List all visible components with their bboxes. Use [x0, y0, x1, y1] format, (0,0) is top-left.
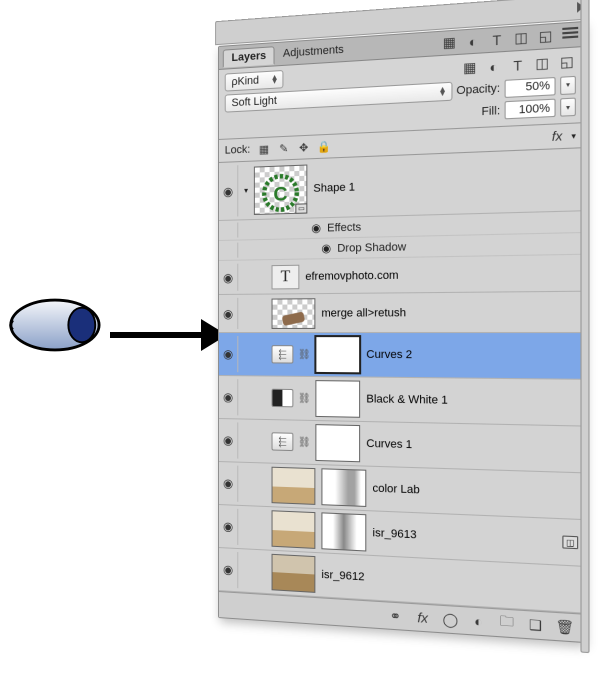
layer-name[interactable]: Curves 1 [366, 438, 412, 452]
visibility-blank[interactable] [219, 243, 238, 258]
new-layer-icon[interactable]: ❏ [527, 616, 545, 634]
layer-name[interactable]: merge all>retush [321, 306, 406, 319]
mask-thumb[interactable] [321, 468, 366, 507]
visibility-eye-icon[interactable]: ◉ [219, 422, 238, 459]
layer-thumb[interactable] [272, 467, 316, 505]
mask-thumb[interactable] [315, 336, 360, 373]
link-layers-icon[interactable]: ⚭ [387, 607, 404, 625]
filter-smart2-icon[interactable]: ◱ [558, 53, 576, 71]
layer-row[interactable]: ◉ merge all>retush [219, 292, 583, 333]
layer-thumb[interactable] [272, 298, 316, 329]
filter-adjust-icon[interactable]: ◐ [465, 33, 480, 49]
link-icon[interactable]: ⛓ [299, 433, 309, 452]
eye-arrow-illustration [5, 280, 225, 400]
visibility-eye-icon[interactable]: ◉ [219, 551, 238, 588]
opacity-dropdown-icon[interactable]: ▾ [560, 75, 576, 94]
layer-name[interactable]: efremovphoto.com [305, 269, 398, 283]
layer-name[interactable]: isr_9612 [321, 569, 364, 584]
blend-mode-value: Soft Light [232, 95, 277, 110]
visibility-eye-icon[interactable]: ◉ [311, 221, 321, 235]
lock-all-icon[interactable]: 🔒 [316, 138, 332, 155]
fill-label: Fill: [482, 104, 501, 118]
fill-dropdown-icon[interactable]: ▾ [560, 98, 576, 117]
vector-badge-icon: ▭ [295, 203, 307, 214]
filter-type2-icon[interactable]: T [509, 56, 527, 74]
kind-label: Kind [238, 74, 259, 87]
effects-label: Effects [327, 221, 361, 234]
layer-name[interactable]: Black & White 1 [366, 393, 448, 407]
filter-smart-icon[interactable]: ◱ [538, 28, 554, 44]
add-mask-icon[interactable]: ◯ [442, 611, 459, 629]
layers-panel: Layers Adjustments ▦ ◐ T ◫ ◱ ρ Kind ▲▼ ▦ [218, 21, 584, 643]
arrow-line [110, 332, 205, 338]
delete-layer-icon[interactable]: 🗑 [556, 618, 574, 636]
bw-adjust-icon [272, 389, 294, 408]
lock-pixels-icon[interactable]: ✎ [276, 140, 292, 157]
visibility-blank[interactable] [219, 222, 238, 238]
visibility-eye-icon[interactable]: ◉ [219, 264, 238, 291]
eye-icon [5, 290, 101, 360]
mask-thumb[interactable] [315, 380, 360, 418]
fill-input[interactable]: 100% [505, 99, 556, 120]
layer-thumb[interactable] [272, 510, 316, 549]
mask-thumb[interactable] [315, 424, 360, 462]
panel-menu-icon[interactable] [562, 27, 578, 43]
layer-list: ◉ ▾ C ▭ Shape 1 ◉ Effects [219, 148, 583, 613]
filter-shape2-icon[interactable]: ◫ [533, 55, 551, 73]
visibility-eye-icon[interactable]: ◉ [219, 508, 238, 545]
visibility-eye-icon[interactable]: ◉ [219, 379, 238, 415]
link-icon[interactable]: ⛓ [299, 389, 309, 408]
tab-layers[interactable]: Layers [223, 46, 275, 68]
visibility-eye-icon[interactable]: ◉ [219, 165, 238, 217]
layer-name[interactable]: color Lab [372, 482, 419, 496]
new-fill-adjust-icon[interactable]: ◐ [470, 612, 487, 630]
layer-thumb[interactable]: C ▭ [254, 164, 307, 215]
curves-adjust-icon: ⬱ [272, 345, 294, 363]
svg-text:C: C [273, 182, 287, 205]
layer-row[interactable]: ◉ T efremovphoto.com [219, 255, 583, 295]
visibility-eye-icon[interactable]: ◉ [321, 242, 331, 256]
opacity-label: Opacity: [456, 82, 500, 97]
layer-row[interactable]: ◉ ⛓ Black & White 1 [219, 376, 583, 427]
kind-select[interactable]: ρ Kind ▲▼ [225, 70, 284, 92]
visibility-eye-icon[interactable]: ◉ [219, 298, 238, 329]
tab-adjustments[interactable]: Adjustments [275, 41, 352, 62]
layer-row-selected[interactable]: ◉ ⬱ ⛓ Curves 2 [219, 333, 583, 380]
expand-triangle-icon[interactable]: ▾ [244, 186, 248, 195]
link-icon[interactable]: ⛓ [299, 345, 309, 363]
fx-indicator[interactable]: fx [552, 129, 562, 145]
layer-name[interactable]: isr_9613 [372, 527, 416, 542]
lock-transparency-icon[interactable]: ▦ [256, 141, 272, 158]
filter-shape-icon[interactable]: ◫ [513, 30, 528, 46]
layer-name[interactable]: Shape 1 [313, 181, 355, 195]
smart-object-icon: ◫ [562, 535, 578, 549]
filter-type-icon[interactable]: T [489, 32, 504, 48]
visibility-eye-icon[interactable]: ◉ [219, 465, 238, 502]
drop-shadow-label: Drop Shadow [337, 241, 406, 255]
type-layer-icon: T [272, 264, 300, 289]
panel-frame-edge [580, 0, 589, 653]
filter-pixel-icon[interactable]: ▦ [442, 35, 457, 51]
fx-dropdown-icon[interactable]: ▾ [571, 131, 576, 141]
layer-name[interactable]: Curves 2 [366, 349, 412, 362]
lock-label: Lock: [225, 144, 251, 157]
layer-thumb[interactable] [272, 554, 316, 593]
curves-adjust-icon: ⬱ [272, 432, 294, 451]
lock-position-icon[interactable]: ✥ [296, 139, 312, 156]
filter-pixel2-icon[interactable]: ▦ [461, 59, 478, 77]
new-group-icon[interactable]: 🗀 [498, 614, 516, 632]
filter-adjust2-icon[interactable]: ◐ [485, 58, 502, 76]
fx-menu-icon[interactable]: fx [414, 609, 431, 627]
opacity-input[interactable]: 50% [505, 76, 556, 97]
mask-thumb[interactable] [321, 512, 366, 551]
retouch-content [282, 311, 306, 326]
visibility-eye-icon[interactable]: ◉ [219, 336, 238, 372]
